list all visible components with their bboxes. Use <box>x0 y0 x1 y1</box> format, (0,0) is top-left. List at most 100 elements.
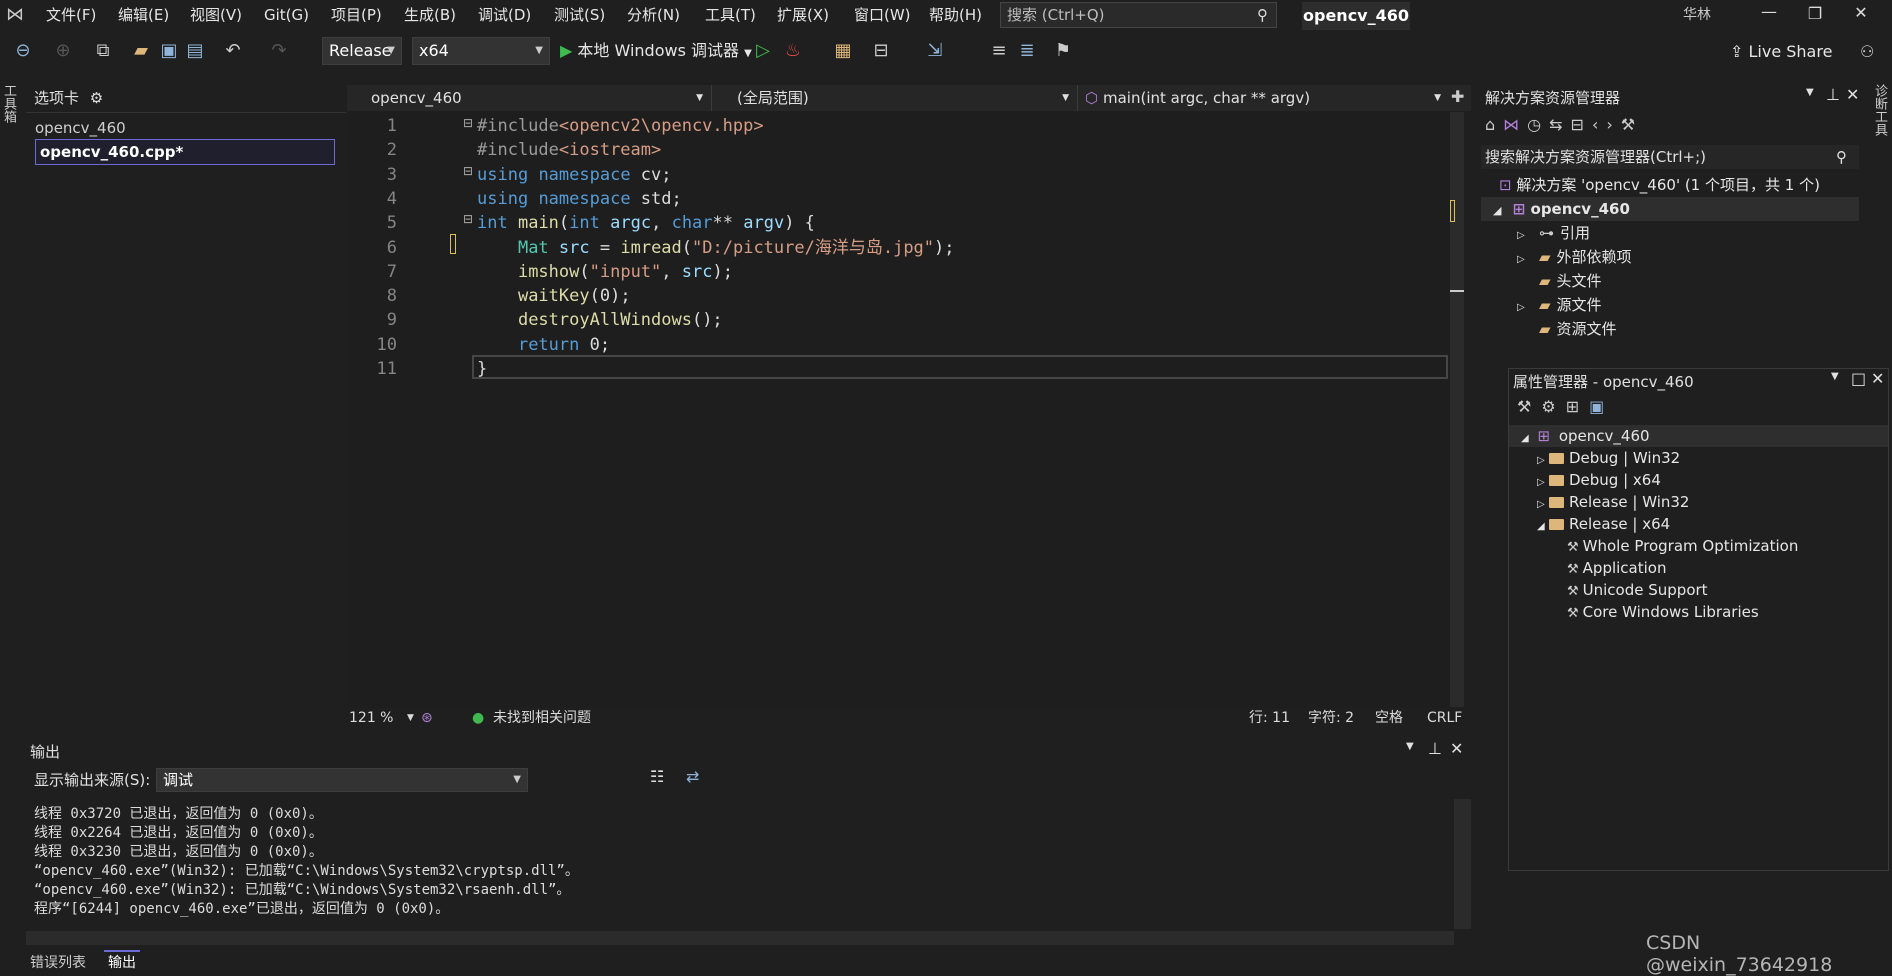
start-without-debug-icon[interactable]: ▷ <box>752 40 774 62</box>
menu-item[interactable]: 编辑(E) <box>110 0 177 30</box>
indentation[interactable]: 空格 <box>1375 707 1403 729</box>
platform-select[interactable]: x64 ▼ <box>412 37 550 65</box>
history-icon[interactable]: ◷ <box>1527 115 1549 134</box>
diagnostics-rail[interactable]: 诊断工具 <box>1872 84 1889 136</box>
split-icon[interactable]: ✚ <box>1451 87 1464 106</box>
close-icon[interactable]: ✕ <box>1871 369 1884 388</box>
close-icon[interactable]: ✕ <box>1450 739 1463 758</box>
menu-item[interactable]: 窗口(W) <box>846 0 919 30</box>
config-select[interactable]: Release ▼ <box>322 37 402 65</box>
output-vertical-scrollbar[interactable] <box>1454 799 1471 929</box>
feedback-icon[interactable]: ⚇ <box>1860 42 1874 61</box>
menu-item[interactable]: 工具(T) <box>697 0 764 30</box>
pm-project-node[interactable]: ◢ ⊞ opencv_460 <box>1509 425 1888 447</box>
panel-options-icon[interactable]: ▼ <box>1831 371 1839 382</box>
open-folder-icon[interactable]: ▰ <box>130 40 152 62</box>
pin-icon[interactable]: ⊥ <box>1428 739 1442 758</box>
undo-icon[interactable]: ↶ <box>222 40 244 62</box>
pm-property-sheet[interactable]: ⚒ Application <box>1567 557 1666 579</box>
pm-config-node[interactable]: ▷ Release | Win32 <box>1537 491 1689 513</box>
menu-item[interactable]: 项目(P) <box>323 0 390 30</box>
back-icon[interactable]: ⊖ <box>12 40 34 62</box>
menu-item[interactable]: 生成(B) <box>396 0 464 30</box>
menu-item[interactable]: 扩展(X) <box>769 0 837 30</box>
vs-logo-icon[interactable]: ⋈ <box>6 5 26 25</box>
wrench-icon[interactable]: ⚒ <box>1621 115 1643 134</box>
menu-item[interactable]: 测试(S) <box>546 0 613 30</box>
char-position[interactable]: 字符: 2 <box>1308 707 1354 729</box>
fold-marker[interactable]: ⊟ <box>463 164 473 178</box>
bottom-tab-errors[interactable]: 错误列表 <box>30 952 86 972</box>
editor-vertical-scrollbar[interactable] <box>1450 112 1464 707</box>
comment-icon[interactable]: ≡ <box>988 40 1010 62</box>
line-endings[interactable]: CRLF <box>1427 707 1462 729</box>
save-icon[interactable]: ▣ <box>1589 397 1614 416</box>
menu-item[interactable]: 调试(D) <box>470 0 539 30</box>
bottom-tab-output[interactable]: 输出 <box>104 950 140 972</box>
new-project-icon[interactable]: ⧉ <box>92 40 114 62</box>
save-all-icon[interactable]: ▤ <box>184 40 206 62</box>
pm-property-sheet[interactable]: ⚒ Unicode Support <box>1567 579 1708 601</box>
save-icon[interactable]: ▣ <box>158 40 180 62</box>
home-icon[interactable]: ⌂ <box>1485 115 1503 134</box>
toolbox-rail[interactable]: 工具箱 <box>1 84 18 123</box>
close-icon[interactable]: ✕ <box>1846 85 1859 104</box>
fold-marker[interactable]: ⊟ <box>463 116 473 130</box>
sync-icon[interactable]: ⇆ <box>1549 115 1570 134</box>
zoom-level[interactable]: 121 % <box>349 707 393 729</box>
intellicode-icon[interactable]: ⊛ <box>421 707 433 729</box>
add-property-sheet-icon[interactable]: ⚙ <box>1541 397 1565 416</box>
pin-icon[interactable]: ⊥ <box>1826 85 1840 104</box>
se-project-node[interactable]: ◢ ⊞ opencv_460 <box>1481 197 1859 221</box>
clear-all-icon[interactable]: ☷ <box>650 767 664 786</box>
step-icon[interactable]: ⇲ <box>924 40 946 62</box>
se-tree-item[interactable]: ▰ 资源文件 <box>1517 317 1617 341</box>
fold-marker[interactable]: ⊟ <box>463 212 473 226</box>
menu-item[interactable]: Git(G) <box>256 0 317 30</box>
panel-options-icon[interactable]: ▼ <box>1406 741 1414 752</box>
gear-icon[interactable]: ⚙ <box>90 89 103 107</box>
se-tree-item[interactable]: ▷ ⊶ 引用 <box>1517 221 1590 245</box>
pm-config-node[interactable]: ◢ Release | x64 <box>1537 513 1670 535</box>
se-tree-item[interactable]: ▷ ▰ 源文件 <box>1517 293 1602 317</box>
maximize-icon[interactable]: □ <box>1851 369 1866 388</box>
output-horizontal-scrollbar[interactable] <box>26 931 1454 945</box>
se-solution-node[interactable]: ⊡ 解决方案 'opencv_460' (1 个项目，共 1 个) <box>1499 173 1820 197</box>
user-initials[interactable]: 华林 <box>1683 4 1711 24</box>
panel-options-icon[interactable]: ▼ <box>1806 87 1814 98</box>
se-tree-item[interactable]: ▷ ▰ 外部依赖项 <box>1517 245 1632 269</box>
uncomment-icon[interactable]: ≣ <box>1016 40 1038 62</box>
nav-member-dropdown[interactable]: ⬡ main(int argc, char ** argv) ▼ <box>1079 85 1449 111</box>
nav-project-dropdown[interactable]: opencv_460 ▼ <box>347 85 712 111</box>
se-tree-item[interactable]: ▰ 头文件 <box>1517 269 1602 293</box>
search-input[interactable]: 搜索 (Ctrl+Q) ⚲ <box>1000 2 1277 28</box>
live-share-button[interactable]: ⇪ Live Share <box>1730 42 1832 61</box>
code-editor[interactable]: 1 2 3 4 5 6 7 8 9 10 11 ⊟ ⊟ ⊟ #include<opencv2\ope… <box>347 112 1464 707</box>
issues-status[interactable]: 未找到相关问题 <box>493 707 591 729</box>
close-button[interactable]: ✕ <box>1846 3 1876 22</box>
code-icon[interactable]: ‹› <box>1592 115 1621 134</box>
add-existing-sheet-icon[interactable]: ⊞ <box>1566 397 1589 416</box>
vs-icon[interactable]: ⋈ <box>1503 115 1527 134</box>
word-wrap-icon[interactable]: ⇄ <box>686 767 699 786</box>
chevron-down-icon[interactable]: ▼ <box>407 707 414 729</box>
folder-view-icon[interactable]: ▦ <box>832 40 854 62</box>
redo-icon[interactable]: ↷ <box>268 40 290 62</box>
run-button[interactable]: ▶ 本地 Windows 调试器 ▼ <box>560 38 752 64</box>
layout-icon[interactable]: ⊟ <box>870 40 892 62</box>
collapse-icon[interactable]: ⊟ <box>1571 115 1592 134</box>
pm-config-node[interactable]: ▷ Debug | Win32 <box>1537 447 1680 469</box>
bookmark-icon[interactable]: ⚑ <box>1052 40 1074 62</box>
pm-property-sheet[interactable]: ⚒ Core Windows Libraries <box>1567 601 1759 623</box>
wrench-icon[interactable]: ⚒ <box>1517 397 1541 416</box>
pm-property-sheet[interactable]: ⚒ Whole Program Optimization <box>1567 535 1798 557</box>
maximize-button[interactable]: ❐ <box>1800 4 1830 23</box>
hot-reload-icon[interactable]: ♨ <box>782 40 804 62</box>
menu-item[interactable]: 帮助(H) <box>921 0 990 30</box>
menu-item[interactable]: 视图(V) <box>182 0 250 30</box>
tab-file-item[interactable]: opencv_460.cpp* <box>35 139 335 165</box>
forward-icon[interactable]: ⊕ <box>52 40 74 62</box>
menu-item[interactable]: 分析(N) <box>619 0 688 30</box>
menu-item[interactable]: 文件(F) <box>38 0 104 30</box>
nav-scope-dropdown[interactable]: (全局范围) ▼ <box>713 85 1078 111</box>
